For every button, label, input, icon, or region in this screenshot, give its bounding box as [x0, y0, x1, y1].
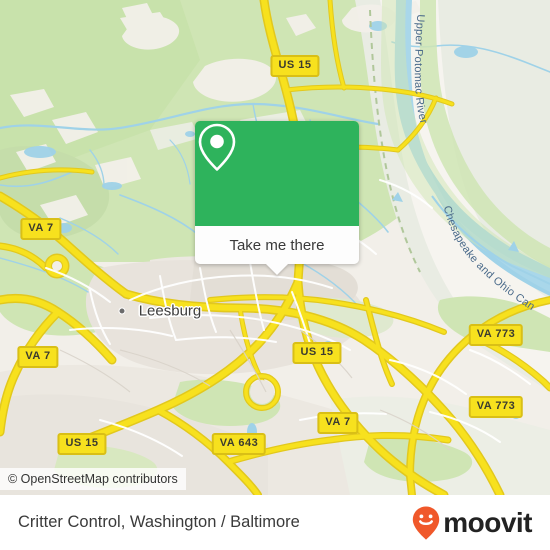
- moovit-wordmark: moovit: [443, 506, 532, 538]
- page-title: Critter Control, Washington / Baltimore: [18, 513, 300, 531]
- location-callout-card[interactable]: Take me there: [195, 121, 359, 275]
- take-me-there-label: Take me there: [229, 236, 325, 254]
- road-shield-us15-north: US 15: [270, 55, 320, 77]
- place-label-leesburg: Leesburg: [138, 302, 202, 320]
- road-shield-us15-center: US 15: [292, 342, 342, 364]
- road-shield-va773-south: VA 773: [468, 396, 524, 418]
- road-shield-va643: VA 643: [211, 433, 267, 455]
- road-shield-va7-south: VA 7: [317, 412, 359, 434]
- road-shield-va7-northwest: VA 7: [20, 218, 62, 240]
- card-action-panel[interactable]: Take me there: [195, 226, 359, 275]
- road-shield-va773-north: VA 773: [468, 324, 524, 346]
- moovit-map-screenshot: Upper Potomac River Chesapeake and Ohio …: [0, 0, 550, 550]
- map-canvas[interactable]: Upper Potomac River Chesapeake and Ohio …: [0, 0, 550, 495]
- callout-tail: [266, 264, 288, 275]
- road-shield-va7-west: VA 7: [17, 346, 59, 368]
- moovit-brand[interactable]: moovit: [411, 505, 532, 541]
- moovit-pin-smile-icon: [413, 506, 440, 540]
- map-pin-icon: [198, 123, 236, 171]
- footer-bar: Critter Control, Washington / Baltimore …: [0, 495, 550, 550]
- card-marker-panel: [195, 121, 359, 226]
- road-shield-us15-south: US 15: [57, 433, 107, 455]
- osm-attribution[interactable]: © OpenStreetMap contributors: [0, 468, 186, 490]
- place-dot-leesburg: [118, 307, 126, 315]
